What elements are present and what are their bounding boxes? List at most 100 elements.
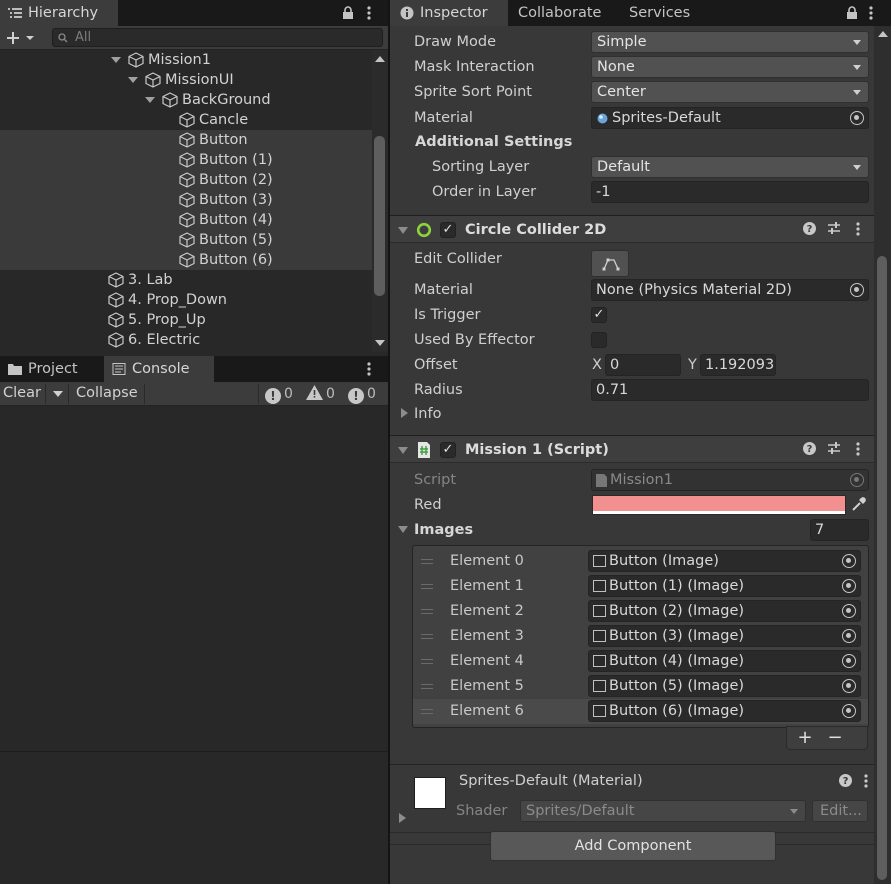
drag-handle-icon[interactable]: [421, 559, 433, 564]
help-icon[interactable]: ?: [801, 442, 817, 458]
drag-handle-icon[interactable]: [421, 609, 433, 614]
hierarchy-item[interactable]: Button (2): [0, 170, 372, 190]
expand-arrow-icon[interactable]: [128, 77, 138, 83]
object-picker-icon[interactable]: [842, 579, 856, 593]
sprite-sort-point-dropdown[interactable]: Center: [591, 81, 869, 103]
offset-x-input[interactable]: 0: [605, 354, 681, 376]
component-kebab-icon[interactable]: [850, 222, 866, 238]
material-kebab-icon[interactable]: [858, 774, 874, 790]
hierarchy-item[interactable]: Button (3): [0, 190, 372, 210]
offset-x-label[interactable]: X: [592, 354, 602, 376]
shader-edit-button[interactable]: Edit...: [812, 800, 868, 822]
tab-collaborate[interactable]: Collaborate: [508, 0, 618, 26]
hierarchy-item[interactable]: 5. Prop_Up: [0, 310, 372, 330]
info-count-toggle[interactable]: ! 0: [265, 385, 293, 404]
material-help-icon[interactable]: ?: [837, 774, 853, 790]
expand-arrow-icon[interactable]: [145, 97, 155, 103]
hierarchy-item[interactable]: Button (4): [0, 210, 372, 230]
list-item[interactable]: Element 6 Button (6) (Image): [413, 699, 868, 724]
create-plus-dropdown-icon[interactable]: [6, 30, 38, 46]
console-kebab-icon[interactable]: [367, 361, 371, 377]
preset-icon[interactable]: [826, 442, 842, 458]
element-image-field[interactable]: Button (5) (Image): [588, 675, 861, 697]
info-fold-icon[interactable]: [401, 408, 408, 418]
lock-icon[interactable]: [342, 6, 354, 20]
shader-dropdown[interactable]: Sprites/Default: [520, 800, 806, 822]
hierarchy-item[interactable]: Button (1): [0, 150, 372, 170]
images-label[interactable]: Images: [414, 519, 473, 541]
radius-input[interactable]: 0.71: [591, 379, 869, 401]
object-picker-icon[interactable]: [850, 111, 864, 125]
list-item[interactable]: Element 4 Button (4) (Image): [413, 649, 868, 674]
clear-dropdown-icon[interactable]: [53, 391, 63, 397]
circle-collider-header[interactable]: ✓ Circle Collider 2D ?: [390, 215, 874, 243]
red-color-swatch[interactable]: [592, 495, 846, 515]
element-image-field[interactable]: Button (3) (Image): [588, 625, 861, 647]
inspector-lock-icon[interactable]: [846, 6, 858, 20]
physics-material-field[interactable]: None (Physics Material 2D): [591, 279, 869, 301]
clear-button[interactable]: Clear: [3, 382, 41, 405]
fold-arrow-icon[interactable]: [398, 447, 408, 454]
hierarchy-item[interactable]: Button (6): [0, 250, 372, 270]
circle-collider-enabled-checkbox[interactable]: ✓: [440, 222, 456, 238]
inspector-scroll-thumb[interactable]: [877, 256, 887, 880]
element-image-field[interactable]: Button (Image): [588, 550, 861, 572]
fold-arrow-icon[interactable]: [398, 227, 408, 234]
additional-settings-label[interactable]: Additional Settings: [415, 131, 572, 153]
add-element-button[interactable]: +: [793, 726, 817, 750]
inspector-scrollbar[interactable]: [874, 26, 891, 884]
drag-handle-icon[interactable]: [421, 709, 433, 714]
hierarchy-item[interactable]: Cancle: [0, 110, 372, 130]
list-item[interactable]: Element 0 Button (Image): [413, 549, 868, 574]
collapse-button[interactable]: Collapse: [76, 382, 138, 405]
drag-handle-icon[interactable]: [421, 684, 433, 689]
object-picker-icon[interactable]: [842, 654, 856, 668]
add-component-button[interactable]: Add Component: [490, 831, 776, 861]
material-fold-icon[interactable]: [399, 813, 406, 823]
list-item[interactable]: Element 3 Button (3) (Image): [413, 624, 868, 649]
error-count-toggle[interactable]: ! 0: [348, 385, 376, 404]
used-by-effector-checkbox[interactable]: [591, 332, 607, 348]
list-item[interactable]: Element 5 Button (5) (Image): [413, 674, 868, 699]
hierarchy-item[interactable]: 4. Prop_Down: [0, 290, 372, 310]
order-in-layer-input[interactable]: -1: [591, 181, 869, 203]
drag-handle-icon[interactable]: [421, 584, 433, 589]
drag-handle-icon[interactable]: [421, 634, 433, 639]
console-log-area[interactable]: [0, 407, 388, 884]
object-picker-icon[interactable]: [842, 704, 856, 718]
images-fold-icon[interactable]: [398, 526, 408, 533]
list-item[interactable]: Element 2 Button (2) (Image): [413, 599, 868, 624]
edit-collider-button[interactable]: [591, 250, 629, 277]
hierarchy-item[interactable]: MissionUI: [0, 70, 372, 90]
hierarchy-scrollbar[interactable]: [372, 50, 388, 352]
tab-console[interactable]: Console: [104, 356, 214, 382]
hierarchy-item[interactable]: 6. Electric: [0, 330, 372, 350]
hierarchy-item[interactable]: Mission1: [0, 50, 372, 70]
info-foldout-label[interactable]: Info: [414, 403, 441, 425]
mask-interaction-dropdown[interactable]: None: [591, 56, 869, 78]
preset-icon[interactable]: [826, 222, 842, 238]
component-kebab-icon[interactable]: [850, 442, 866, 458]
object-picker-icon[interactable]: [842, 554, 856, 568]
images-count-input[interactable]: 7: [810, 519, 869, 541]
object-picker-icon[interactable]: [842, 679, 856, 693]
offset-y-label[interactable]: Y: [688, 354, 697, 376]
expand-arrow-icon[interactable]: [111, 57, 121, 63]
eyedropper-icon[interactable]: [851, 497, 866, 512]
drag-handle-icon[interactable]: [421, 659, 433, 664]
sorting-layer-dropdown[interactable]: Default: [591, 156, 869, 178]
console-splitter[interactable]: [0, 751, 388, 752]
help-icon[interactable]: ?: [801, 222, 817, 238]
hierarchy-item[interactable]: Button (5): [0, 230, 372, 250]
element-image-field[interactable]: Button (6) (Image): [588, 700, 861, 722]
kebab-menu-icon[interactable]: [367, 5, 371, 21]
hierarchy-scroll-thumb[interactable]: [374, 136, 385, 296]
hierarchy-item[interactable]: Button: [0, 130, 372, 150]
object-picker-icon[interactable]: [842, 629, 856, 643]
list-item[interactable]: Element 1 Button (1) (Image): [413, 574, 868, 599]
is-trigger-checkbox[interactable]: ✓: [591, 307, 607, 323]
scroll-down-icon[interactable]: [375, 340, 385, 346]
hierarchy-item[interactable]: BackGround: [0, 90, 372, 110]
tab-hierarchy[interactable]: Hierarchy: [0, 0, 118, 26]
warning-count-toggle[interactable]: 0: [306, 385, 335, 403]
